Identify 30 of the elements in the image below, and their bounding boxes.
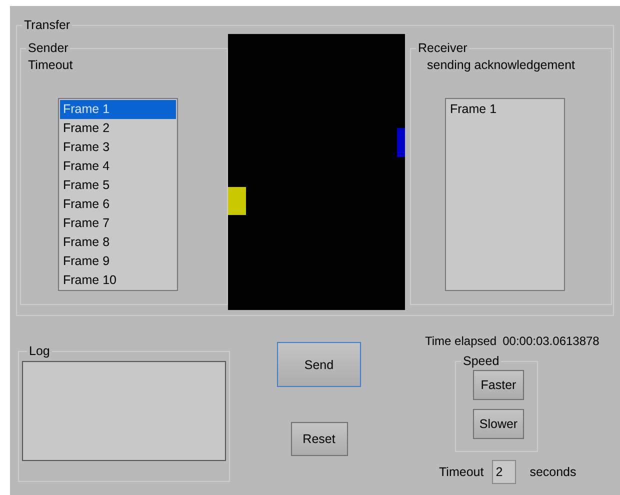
list-item[interactable]: Frame 1 [60,100,176,119]
status-label: Timeout [28,58,74,72]
slower-button[interactable]: Slower [473,409,524,439]
seconds-label: seconds [530,465,576,479]
list-item[interactable]: Frame 2 [60,119,176,138]
list-item[interactable]: Frame 4 [60,157,176,176]
reset-button[interactable]: Reset [290,422,348,456]
log-field[interactable] [22,361,226,461]
time-elapsed-value: 00:00:03.0613878 [502,334,600,348]
send-button[interactable]: Send [277,342,361,387]
list-item[interactable]: Frame 8 [60,233,176,252]
timeout-field[interactable]: 2 [492,460,516,484]
list-item[interactable]: Frame 5 [60,176,176,195]
frame-list[interactable]: Frame 1 Frame 2 Frame 3 Frame 4 Frame 5 Frame 6 Frame 7 Frame 8 Frame 9 Frame 10 [58,98,178,291]
timeout-label: Timeout [439,465,484,479]
group-title: Transfer [23,18,72,32]
group-title: Receiver [417,41,468,55]
status-label: sending acknowledgement [427,58,576,72]
list-item[interactable]: Frame 3 [60,138,176,157]
list-item[interactable]: Frame 9 [60,252,176,271]
list-item[interactable]: Frame 7 [60,214,176,233]
list-item[interactable]: Frame 10 [60,271,176,290]
frame-list[interactable]: Frame 1 [445,98,565,291]
group-title: Log [28,344,51,358]
list-item[interactable]: Frame 6 [60,195,176,214]
group-title: Speed [462,354,500,368]
time-elapsed-label: Time elapsed [425,334,497,348]
list-item[interactable]: Frame 1 [447,100,563,119]
faster-button[interactable]: Faster [473,370,524,400]
group-title: Sender [27,41,70,55]
